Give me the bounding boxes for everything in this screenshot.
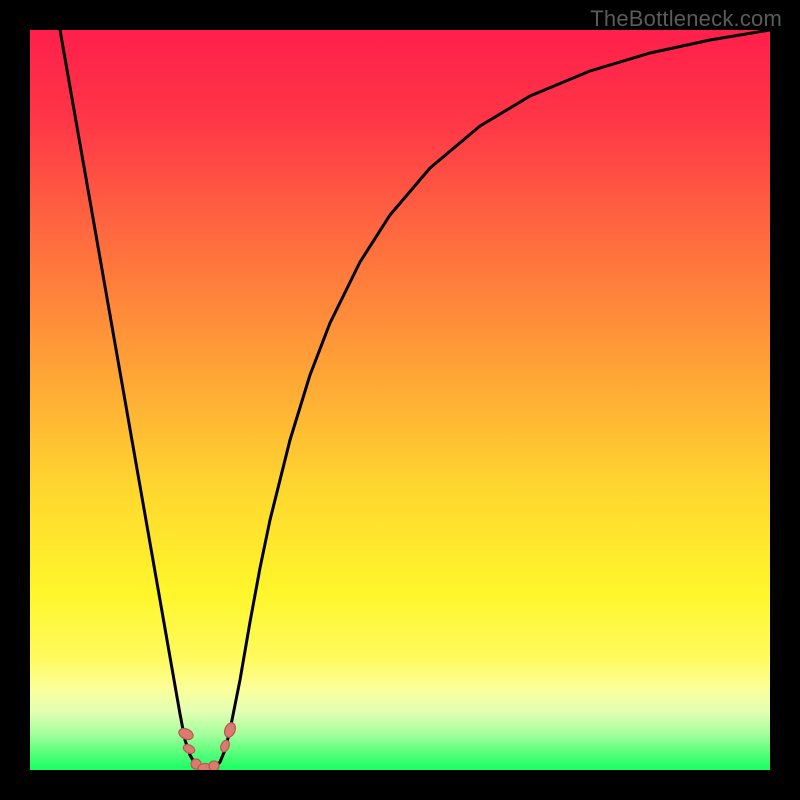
- curve-marker: [223, 721, 238, 739]
- plot-area: [30, 30, 770, 770]
- watermark-text: TheBottleneck.com: [590, 6, 782, 32]
- bottleneck-curve: [30, 30, 770, 770]
- curve-marker: [177, 726, 195, 741]
- curve-marker: [219, 739, 231, 753]
- curve-marker: [209, 761, 219, 770]
- outer-frame: TheBottleneck.com: [0, 0, 800, 800]
- curve-marker: [182, 743, 196, 755]
